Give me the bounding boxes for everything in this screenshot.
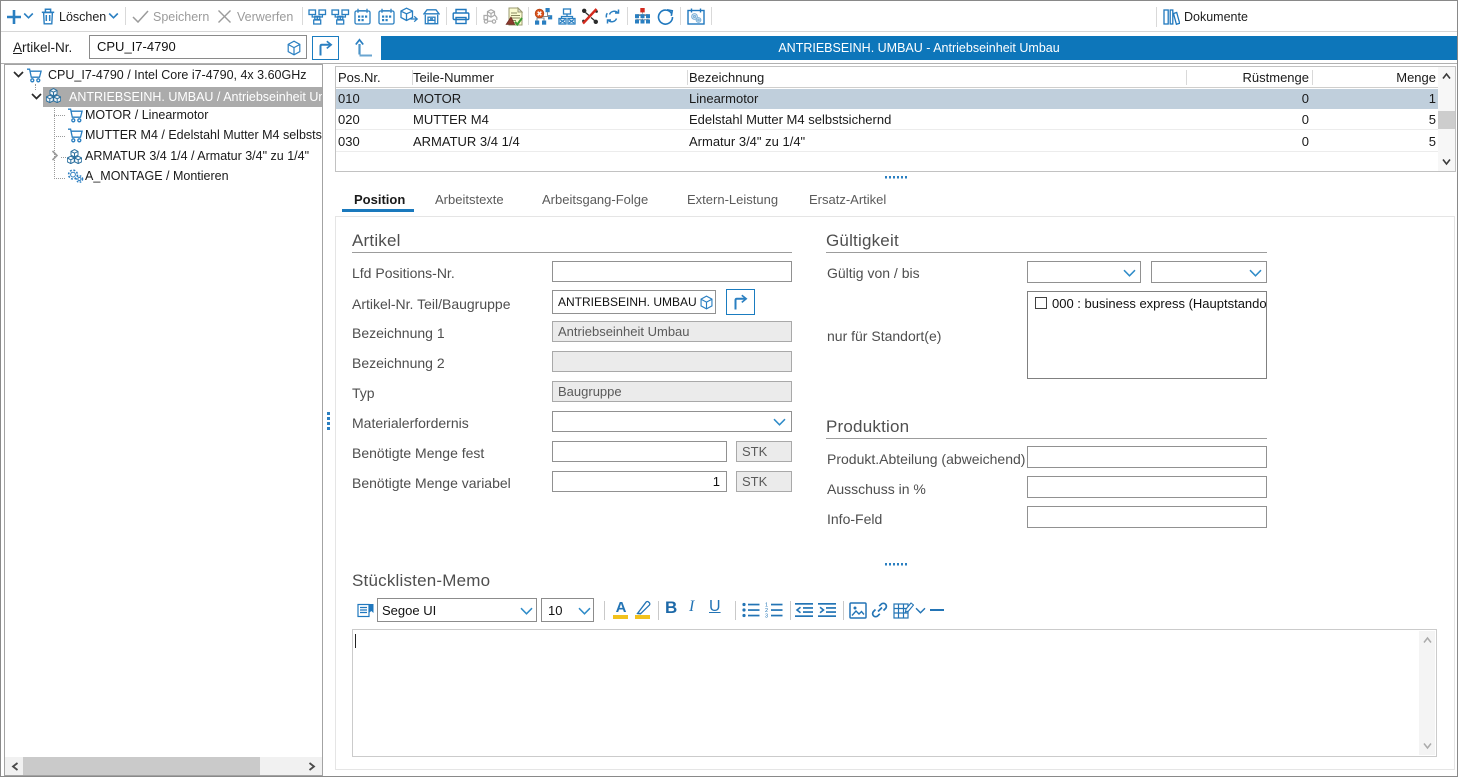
svg-text:3: 3 [765, 614, 768, 619]
